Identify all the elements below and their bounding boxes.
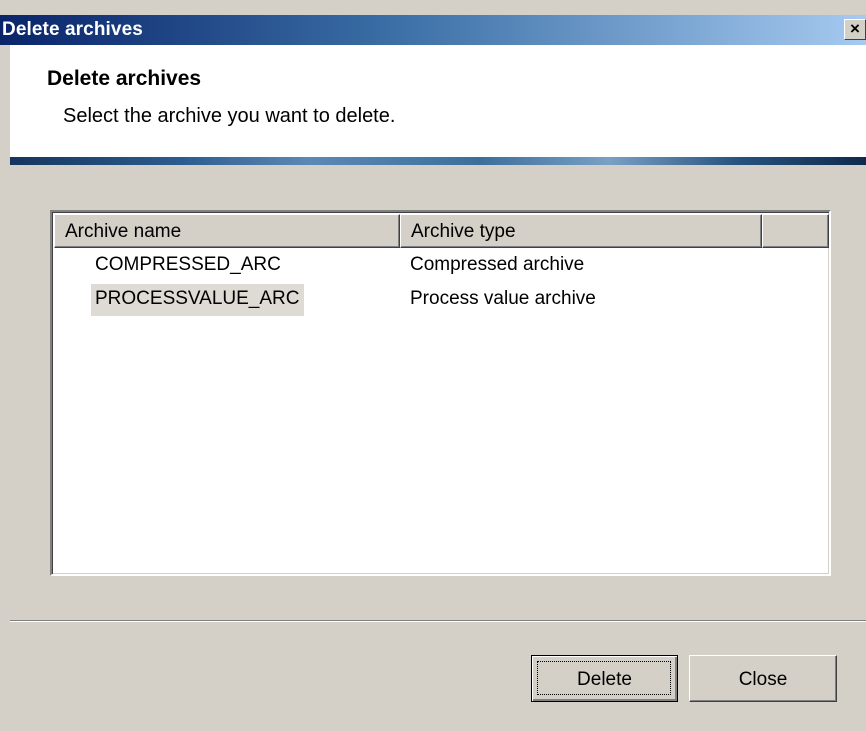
column-header-archive-type[interactable]: Archive type xyxy=(400,214,762,248)
window-title: Delete archives xyxy=(2,19,143,40)
close-icon[interactable]: × xyxy=(844,19,866,40)
archive-type-cell: Process value archive xyxy=(410,288,596,309)
archive-name-cell: PROCESSVALUE_ARC xyxy=(91,284,304,316)
archive-list[interactable]: Archive name Archive type COMPRESSED_ARC… xyxy=(50,210,831,576)
delete-button[interactable]: Delete xyxy=(531,655,678,702)
column-header-empty[interactable] xyxy=(762,214,829,248)
column-header-archive-name[interactable]: Archive name xyxy=(54,214,400,248)
header-banner-stripe xyxy=(10,157,866,165)
footer-divider xyxy=(10,620,866,622)
page-subtitle: Select the archive you want to delete. xyxy=(63,105,396,127)
wizard-header: Delete archives Select the archive you w… xyxy=(10,45,866,157)
archive-name-cell: COMPRESSED_ARC xyxy=(95,254,281,275)
title-bar[interactable]: Delete archives × xyxy=(0,15,866,45)
list-item[interactable]: COMPRESSED_ARC Compressed archive xyxy=(54,250,829,282)
page-title: Delete archives xyxy=(47,67,202,90)
delete-archives-dialog: Delete archives × Delete archives Select… xyxy=(0,0,866,731)
list-item-selected[interactable]: PROCESSVALUE_ARC Process value archive xyxy=(54,284,829,316)
list-header: Archive name Archive type xyxy=(54,214,829,248)
delete-button-label: Delete xyxy=(577,668,632,690)
close-button-label: Close xyxy=(738,668,788,690)
close-button[interactable]: Close xyxy=(689,655,837,702)
archive-type-cell: Compressed archive xyxy=(410,254,585,275)
